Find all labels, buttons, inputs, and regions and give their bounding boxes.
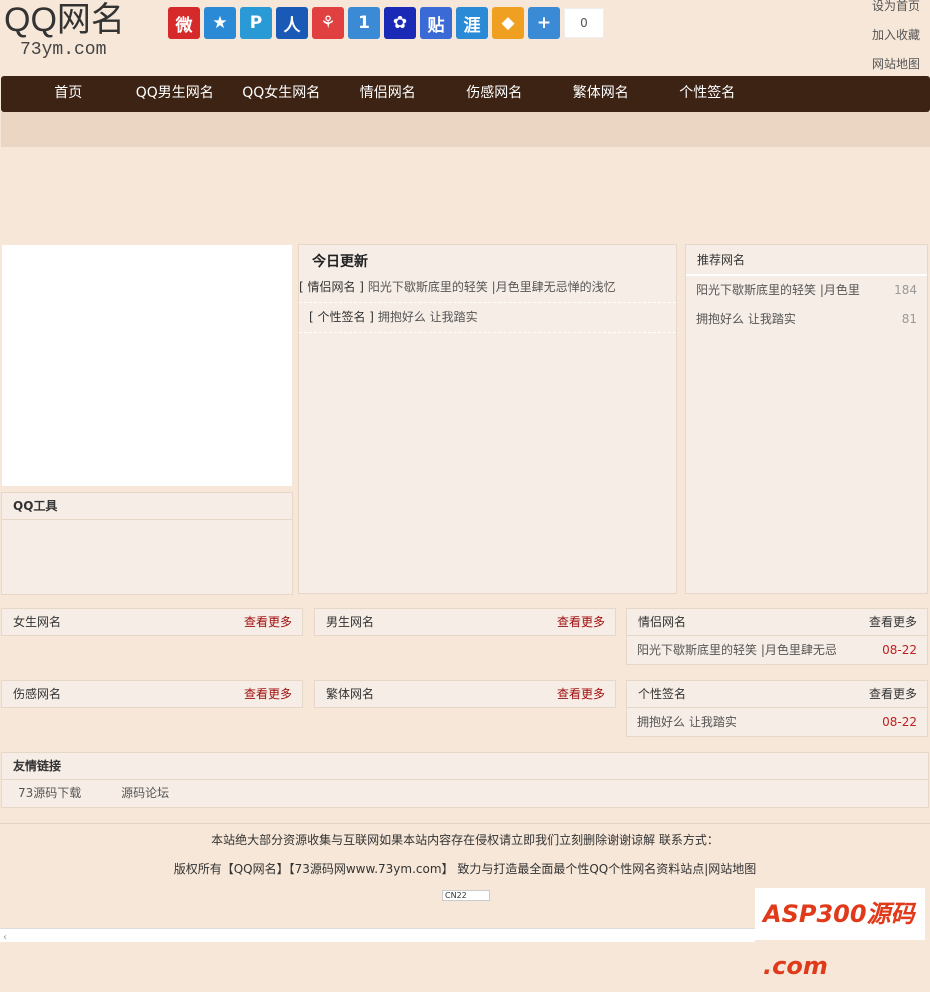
list-item[interactable]: 阳光下歇斯底里的轻笑 |月色里肆无忌 08-22: [627, 636, 927, 665]
item-text[interactable]: 拥抱好么 让我踏实: [637, 708, 737, 737]
qq-tools-panel: QQ工具: [1, 492, 293, 595]
friend-link[interactable]: 源码论坛: [121, 786, 169, 800]
horizontal-scrollbar[interactable]: ‹: [0, 928, 755, 943]
site-logo[interactable]: QQ网名: [4, 0, 125, 40]
youdao-icon[interactable]: ◆: [492, 7, 524, 39]
item-date: 08-22: [882, 715, 917, 729]
panel-title-text: 个性签名: [638, 687, 687, 701]
panel-title: 友情链接: [2, 753, 928, 780]
list-item[interactable]: 阳光下歇斯底里的轻笑 |月色里 184: [686, 276, 927, 305]
panel-title-text: 情侣网名: [638, 615, 687, 629]
nav-couple[interactable]: 情侣网名: [335, 76, 442, 112]
item-tag[interactable]: [ 个性签名 ]: [309, 310, 374, 324]
category-panel: 伤感网名 查看更多: [1, 680, 303, 708]
category-panel: 情侣网名 查看更多阳光下歇斯底里的轻笑 |月色里肆无忌 08-22: [626, 608, 928, 665]
nav-qq-male[interactable]: QQ男生网名: [122, 76, 229, 112]
kaixin-icon[interactable]: ⚘: [312, 7, 344, 39]
panel-title: 个性签名 查看更多: [627, 681, 927, 708]
item-date: 08-22: [882, 643, 917, 657]
sitemap-link[interactable]: 网站地图: [872, 50, 920, 79]
footer-disclaimer: 本站绝大部分资源收集与互联网如果本站内容存在侵权请立即我们立刻删除谢谢谅解 联系…: [211, 833, 719, 847]
panel-title: 男生网名 查看更多: [315, 609, 615, 636]
renren-icon[interactable]: 人: [276, 7, 308, 39]
footer-copyright: 版权所有【QQ网名】【73源码网www.73ym.com】 致力与打造最全面最个…: [173, 862, 757, 876]
nav-signature[interactable]: 个性签名: [654, 76, 761, 112]
panel-title: 伤感网名 查看更多: [2, 681, 302, 708]
nav-sad[interactable]: 伤感网名: [441, 76, 548, 112]
item-count: 184: [894, 283, 917, 297]
weibo-icon[interactable]: 微: [168, 7, 200, 39]
panel-title-text: 女生网名: [13, 615, 62, 629]
category-panel: 女生网名 查看更多: [1, 608, 303, 636]
panel-title: 今日更新: [312, 254, 368, 270]
panel-title-text: 男生网名: [326, 615, 375, 629]
list-item[interactable]: [ 情侣网名 ] 阳光下歇斯底里的轻笑 |月色里肆无忌惮的浅忆: [299, 273, 676, 303]
baidu-paw-icon[interactable]: ✿: [384, 7, 416, 39]
nav-home[interactable]: 首页: [15, 76, 122, 112]
add-favorite-link[interactable]: 加入收藏: [872, 21, 920, 50]
baidu-one-icon[interactable]: 1: [348, 7, 380, 39]
panel-title: QQ工具: [2, 493, 292, 520]
nav-traditional[interactable]: 繁体网名: [548, 76, 655, 112]
view-more-link[interactable]: 查看更多: [557, 681, 605, 707]
panel-title: 推荐网名: [686, 245, 927, 276]
list-item[interactable]: [ 个性签名 ] 拥抱好么 让我踏实: [299, 303, 676, 333]
nav-qq-female[interactable]: QQ女生网名: [228, 76, 335, 112]
panel-title: 繁体网名 查看更多: [315, 681, 615, 708]
panel-title-text: 伤感网名: [13, 687, 62, 701]
tencent-weibo-icon[interactable]: P: [240, 7, 272, 39]
view-more-link[interactable]: 查看更多: [244, 681, 292, 707]
category-panel: 个性签名 查看更多拥抱好么 让我踏实 08-22: [626, 680, 928, 737]
badge-text: CN22: [445, 891, 467, 900]
tieba-icon[interactable]: 贴: [420, 7, 452, 39]
ad-banner: [2, 245, 292, 486]
friend-link[interactable]: 73源码下载: [18, 786, 81, 800]
category-panel: 繁体网名 查看更多: [314, 680, 616, 708]
main-nav: 首页 QQ男生网名 QQ女生网名 情侣网名 伤感网名 繁体网名 个性签名: [1, 76, 930, 112]
top-links: 设为首页 加入收藏 网站地图: [872, 0, 920, 79]
share-bar: 微 ★ P 人 ⚘ 1 ✿ 贴涯 ◆ +0: [168, 7, 604, 39]
share-count: 0: [564, 8, 604, 38]
hui-icon[interactable]: 涯: [456, 7, 488, 39]
category-panel: 男生网名 查看更多: [314, 608, 616, 636]
view-more-link[interactable]: 查看更多: [557, 609, 605, 635]
sub-nav-bar: [1, 112, 930, 147]
scroll-left-icon[interactable]: ‹: [0, 932, 7, 943]
footer-divider: [0, 823, 930, 824]
watermark-logo: ASP300源码 .com: [755, 888, 925, 980]
panel-title: 女生网名 查看更多: [2, 609, 302, 636]
item-text[interactable]: 阳光下歇斯底里的轻笑 |月色里肆无忌: [637, 636, 837, 665]
view-more-link[interactable]: 查看更多: [244, 609, 292, 635]
today-updates-panel: 今日更新 [ 情侣网名 ] 阳光下歇斯底里的轻笑 |月色里肆无忌惮的浅忆 [ 个…: [298, 244, 677, 594]
view-more-link[interactable]: 查看更多: [869, 609, 917, 635]
recommend-panel: 推荐网名 阳光下歇斯底里的轻笑 |月色里 184 拥抱好么 让我踏实 81: [685, 244, 928, 594]
view-more-link[interactable]: 查看更多: [869, 681, 917, 707]
list-item[interactable]: 拥抱好么 让我踏实 81: [686, 305, 927, 334]
friend-links-panel: 友情链接 73源码下载 源码论坛: [1, 752, 929, 808]
item-text[interactable]: 阳光下歇斯底里的轻笑 |月色里: [696, 276, 860, 305]
qzone-icon[interactable]: ★: [204, 7, 236, 39]
item-text[interactable]: 阳光下歇斯底里的轻笑 |月色里肆无忌惮的浅忆: [368, 280, 616, 294]
list-item[interactable]: 拥抱好么 让我踏实 08-22: [627, 708, 927, 737]
item-tag[interactable]: [ 情侣网名 ]: [299, 280, 364, 294]
cnzz-badge[interactable]: CN22: [442, 890, 490, 901]
item-text[interactable]: 拥抱好么 让我踏实: [696, 305, 796, 334]
site-domain: 73ym.com: [20, 40, 107, 60]
panel-title-text: 繁体网名: [326, 687, 375, 701]
more-share-icon[interactable]: +: [528, 7, 560, 39]
item-text[interactable]: 拥抱好么 让我踏实: [378, 310, 478, 324]
set-homepage-link[interactable]: 设为首页: [872, 0, 920, 21]
item-count: 81: [901, 312, 917, 326]
panel-title: 情侣网名 查看更多: [627, 609, 927, 636]
